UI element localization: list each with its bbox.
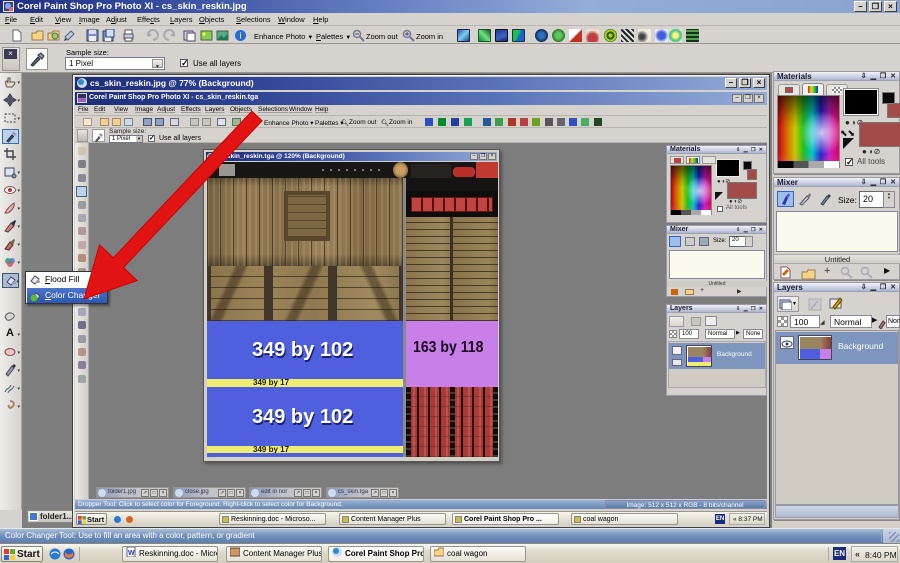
svg-text:i: i [240,31,242,41]
svg-text:W: W [128,550,135,557]
